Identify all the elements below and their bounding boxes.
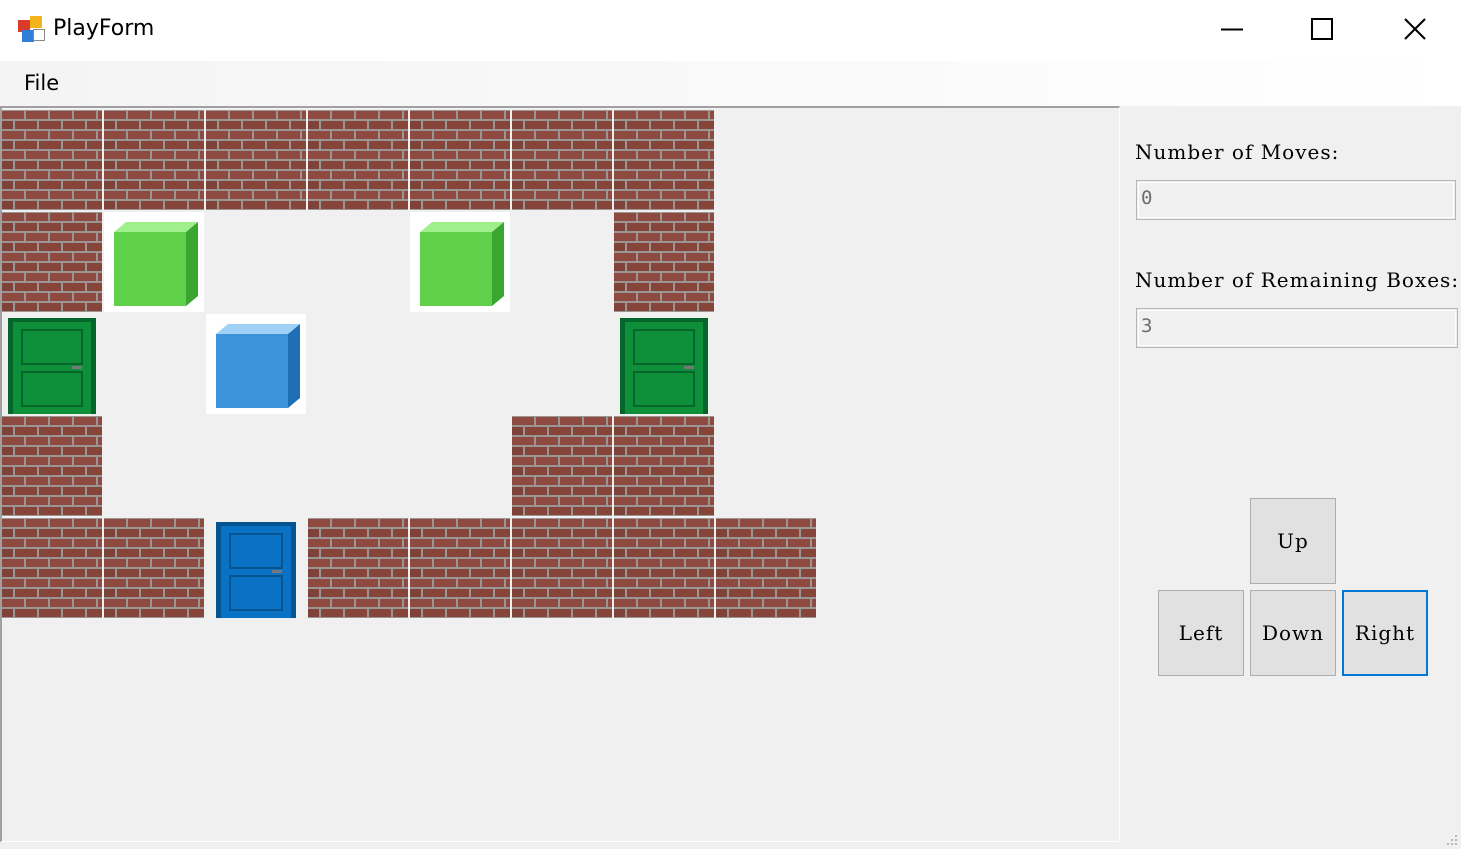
tile-wall (2, 212, 102, 312)
tile-wall (410, 110, 510, 210)
tile-wall (308, 110, 408, 210)
maximize-icon (1311, 18, 1333, 40)
tile-wall (2, 518, 102, 618)
left-button[interactable]: Left (1158, 590, 1244, 676)
up-button[interactable]: Up (1250, 498, 1336, 584)
close-icon (1404, 18, 1426, 40)
menu-file[interactable]: File (14, 69, 69, 97)
close-button[interactable] (1369, 0, 1461, 58)
maximize-button[interactable] (1276, 0, 1368, 58)
minimize-icon (1221, 28, 1243, 31)
tile-wall (614, 416, 714, 516)
tile-wall (410, 518, 510, 618)
tile-wall (2, 110, 102, 210)
app-icon (18, 16, 46, 44)
window-title: PlayForm (53, 16, 155, 41)
remaining-boxes-label: Number of Remaining Boxes: (1135, 268, 1460, 292)
tile-wall (512, 110, 612, 210)
tile-green-door (614, 314, 714, 414)
remaining-boxes-field[interactable]: 3 (1136, 308, 1458, 348)
tile-wall (308, 518, 408, 618)
tile-blue-door (206, 518, 306, 618)
tile-wall (716, 518, 816, 618)
tile-green-box (104, 212, 204, 312)
moves-label: Number of Moves: (1135, 140, 1340, 164)
title-bar: PlayForm (0, 0, 1461, 61)
minimize-button[interactable] (1186, 0, 1278, 58)
resize-grip-icon[interactable] (1445, 833, 1459, 847)
tile-green-door (2, 314, 102, 414)
down-button[interactable]: Down (1250, 590, 1336, 676)
tile-wall (104, 518, 204, 618)
tile-wall (614, 110, 714, 210)
tile-green-box (410, 212, 510, 312)
tile-wall (512, 518, 612, 618)
tile-blue-box (206, 314, 306, 414)
right-button[interactable]: Right (1342, 590, 1428, 676)
tile-wall (206, 110, 306, 210)
tile-wall (512, 416, 612, 516)
tile-wall (2, 416, 102, 516)
tile-wall (104, 110, 204, 210)
moves-field[interactable]: 0 (1136, 180, 1456, 220)
tile-wall (614, 212, 714, 312)
side-panel: Number of Moves: 0 Number of Remaining B… (1122, 106, 1461, 849)
tile-wall (614, 518, 714, 618)
menu-bar: File (0, 61, 1461, 106)
game-board (0, 106, 1120, 842)
